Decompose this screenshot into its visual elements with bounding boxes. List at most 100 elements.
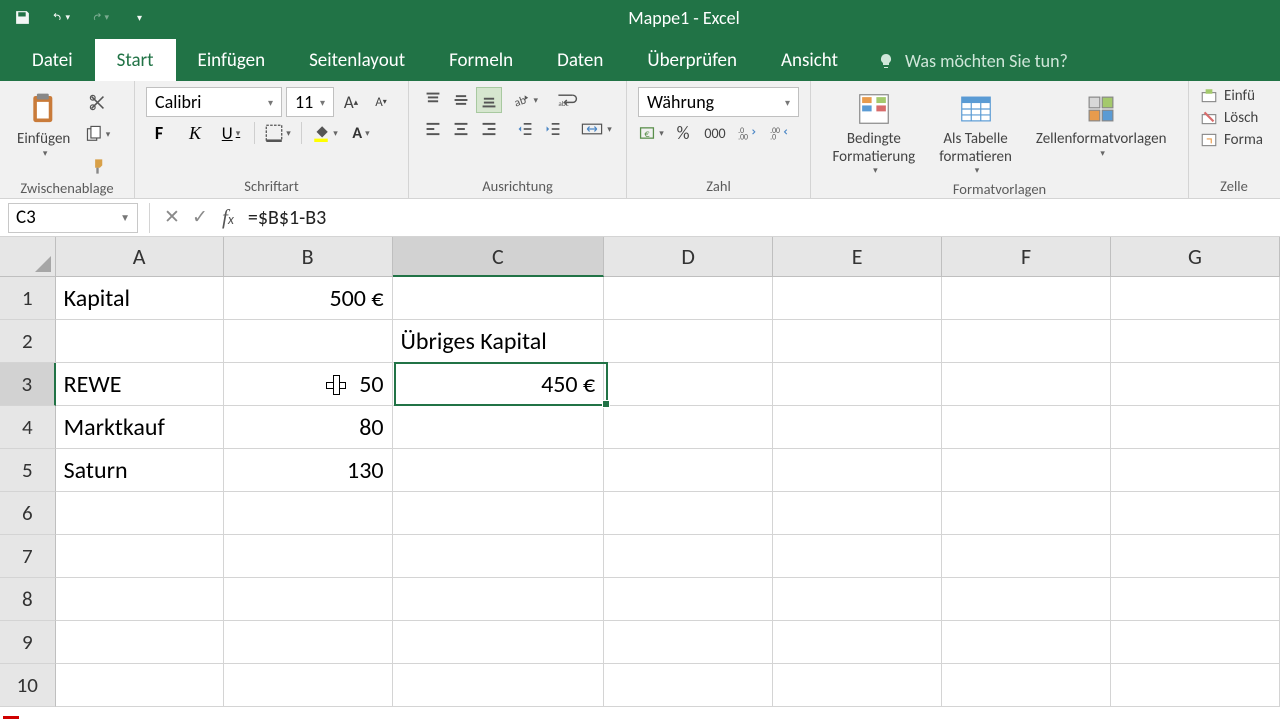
cell-F1[interactable]	[942, 277, 1111, 320]
delete-cells-button[interactable]: Lösch	[1224, 109, 1258, 127]
spreadsheet-grid[interactable]: A B C D E F G 1 Kapital 500 € 2 Übriges …	[0, 237, 1280, 707]
cell-G9[interactable]	[1111, 621, 1280, 664]
conditional-formatting-button[interactable]: Bedingte Formatierung▾	[827, 87, 922, 180]
tell-me-search[interactable]: Was möchten Sie tun?	[860, 41, 1068, 81]
cell-C7[interactable]	[393, 535, 605, 578]
row-header-2[interactable]: 2	[0, 320, 56, 363]
format-as-table-button[interactable]: Als Tabelle formatieren▾	[933, 87, 1018, 180]
undo-icon[interactable]: ▾	[53, 9, 70, 26]
row-header-3[interactable]: 3	[0, 363, 56, 406]
fx-icon[interactable]: fx	[214, 205, 242, 230]
select-all-corner[interactable]	[0, 237, 56, 277]
cell-styles-button[interactable]: Zellenformatvorlagen▾	[1030, 87, 1173, 162]
cut-button[interactable]	[84, 89, 110, 115]
row-header-5[interactable]: 5	[0, 449, 56, 492]
comma-button[interactable]: 000	[702, 120, 728, 146]
cell-B8[interactable]	[224, 578, 393, 621]
cell-B4[interactable]: 80	[224, 406, 393, 449]
cell-D9[interactable]	[604, 621, 773, 664]
cancel-formula-button[interactable]: ✕	[158, 206, 186, 229]
col-header-B[interactable]: B	[224, 237, 393, 277]
cell-G3[interactable]	[1111, 363, 1280, 406]
col-header-G[interactable]: G	[1111, 237, 1280, 277]
accounting-format-button[interactable]: €▾	[638, 120, 664, 146]
qat-customize-icon[interactable]: ▾	[131, 9, 148, 26]
cell-F6[interactable]	[942, 492, 1111, 535]
row-header-7[interactable]: 7	[0, 535, 56, 578]
cell-E6[interactable]	[773, 492, 942, 535]
col-header-F[interactable]: F	[942, 237, 1111, 277]
format-cells-button[interactable]: Forma	[1224, 131, 1263, 149]
cell-C5[interactable]	[393, 449, 605, 492]
decrease-decimal-button[interactable]: .00.0	[766, 120, 792, 146]
cell-G1[interactable]	[1111, 277, 1280, 320]
cell-C4[interactable]	[393, 406, 605, 449]
tab-start[interactable]: Start	[95, 39, 176, 81]
cell-B7[interactable]	[224, 535, 393, 578]
cell-A6[interactable]	[56, 492, 224, 535]
cell-G4[interactable]	[1111, 406, 1280, 449]
italic-button[interactable]: K	[182, 120, 208, 146]
cell-A9[interactable]	[56, 621, 224, 664]
cell-A7[interactable]	[56, 535, 224, 578]
cell-F4[interactable]	[942, 406, 1111, 449]
insert-cells-button[interactable]: Einfü	[1224, 87, 1255, 105]
cell-D10[interactable]	[604, 664, 773, 707]
align-center-button[interactable]	[448, 116, 474, 142]
cell-F9[interactable]	[942, 621, 1111, 664]
percent-button[interactable]: %	[670, 120, 696, 146]
cell-D8[interactable]	[604, 578, 773, 621]
align-right-button[interactable]	[476, 116, 502, 142]
font-name-combo[interactable]: Calibri▾	[146, 87, 282, 117]
cell-E7[interactable]	[773, 535, 942, 578]
tab-pagelayout[interactable]: Seitenlayout	[287, 39, 427, 81]
align-middle-button[interactable]	[448, 87, 474, 113]
cell-A10[interactable]	[56, 664, 224, 707]
cell-G8[interactable]	[1111, 578, 1280, 621]
wrap-text-button[interactable]: abc	[552, 87, 584, 113]
tab-formulas[interactable]: Formeln	[427, 39, 535, 81]
cell-A1[interactable]: Kapital	[56, 277, 224, 320]
col-header-D[interactable]: D	[604, 237, 773, 277]
cell-C9[interactable]	[393, 621, 605, 664]
cell-B3[interactable]: 50	[224, 363, 393, 406]
cell-B2[interactable]	[224, 320, 393, 363]
col-header-E[interactable]: E	[773, 237, 942, 277]
name-box[interactable]: C3▼	[8, 203, 138, 233]
font-color-button[interactable]: A▾	[348, 120, 374, 146]
cell-A3[interactable]: REWE	[56, 363, 224, 406]
shrink-font-button[interactable]: A▾	[368, 89, 394, 115]
redo-icon[interactable]: ▾	[92, 9, 109, 26]
cell-G2[interactable]	[1111, 320, 1280, 363]
cell-D7[interactable]	[604, 535, 773, 578]
cell-D5[interactable]	[604, 449, 773, 492]
cell-B6[interactable]	[224, 492, 393, 535]
cell-E9[interactable]	[773, 621, 942, 664]
row-header-8[interactable]: 8	[0, 578, 56, 621]
align-bottom-button[interactable]	[476, 87, 502, 113]
align-top-button[interactable]	[420, 87, 446, 113]
cell-C2[interactable]: Übriges Kapital	[393, 320, 605, 363]
cell-B5[interactable]: 130	[224, 449, 393, 492]
col-header-C[interactable]: C	[393, 237, 605, 277]
tab-view[interactable]: Ansicht	[759, 39, 860, 81]
enter-formula-button[interactable]: ✓	[186, 206, 214, 229]
cell-G6[interactable]	[1111, 492, 1280, 535]
tab-insert[interactable]: Einfügen	[176, 39, 288, 81]
orientation-button[interactable]: ab▾	[512, 87, 538, 113]
cell-C3[interactable]: 450 €	[393, 363, 605, 406]
cell-F3[interactable]	[942, 363, 1111, 406]
cell-C1[interactable]	[393, 277, 605, 320]
cell-B10[interactable]	[224, 664, 393, 707]
cell-E8[interactable]	[773, 578, 942, 621]
cell-E4[interactable]	[773, 406, 942, 449]
cell-F5[interactable]	[942, 449, 1111, 492]
col-header-A[interactable]: A	[56, 237, 224, 277]
formula-input[interactable]: =$B$1-B3	[242, 206, 1280, 230]
merge-center-button[interactable]: ▾	[580, 116, 612, 142]
row-header-6[interactable]: 6	[0, 492, 56, 535]
cell-G7[interactable]	[1111, 535, 1280, 578]
save-icon[interactable]	[14, 9, 31, 26]
cell-G5[interactable]	[1111, 449, 1280, 492]
cell-A8[interactable]	[56, 578, 224, 621]
